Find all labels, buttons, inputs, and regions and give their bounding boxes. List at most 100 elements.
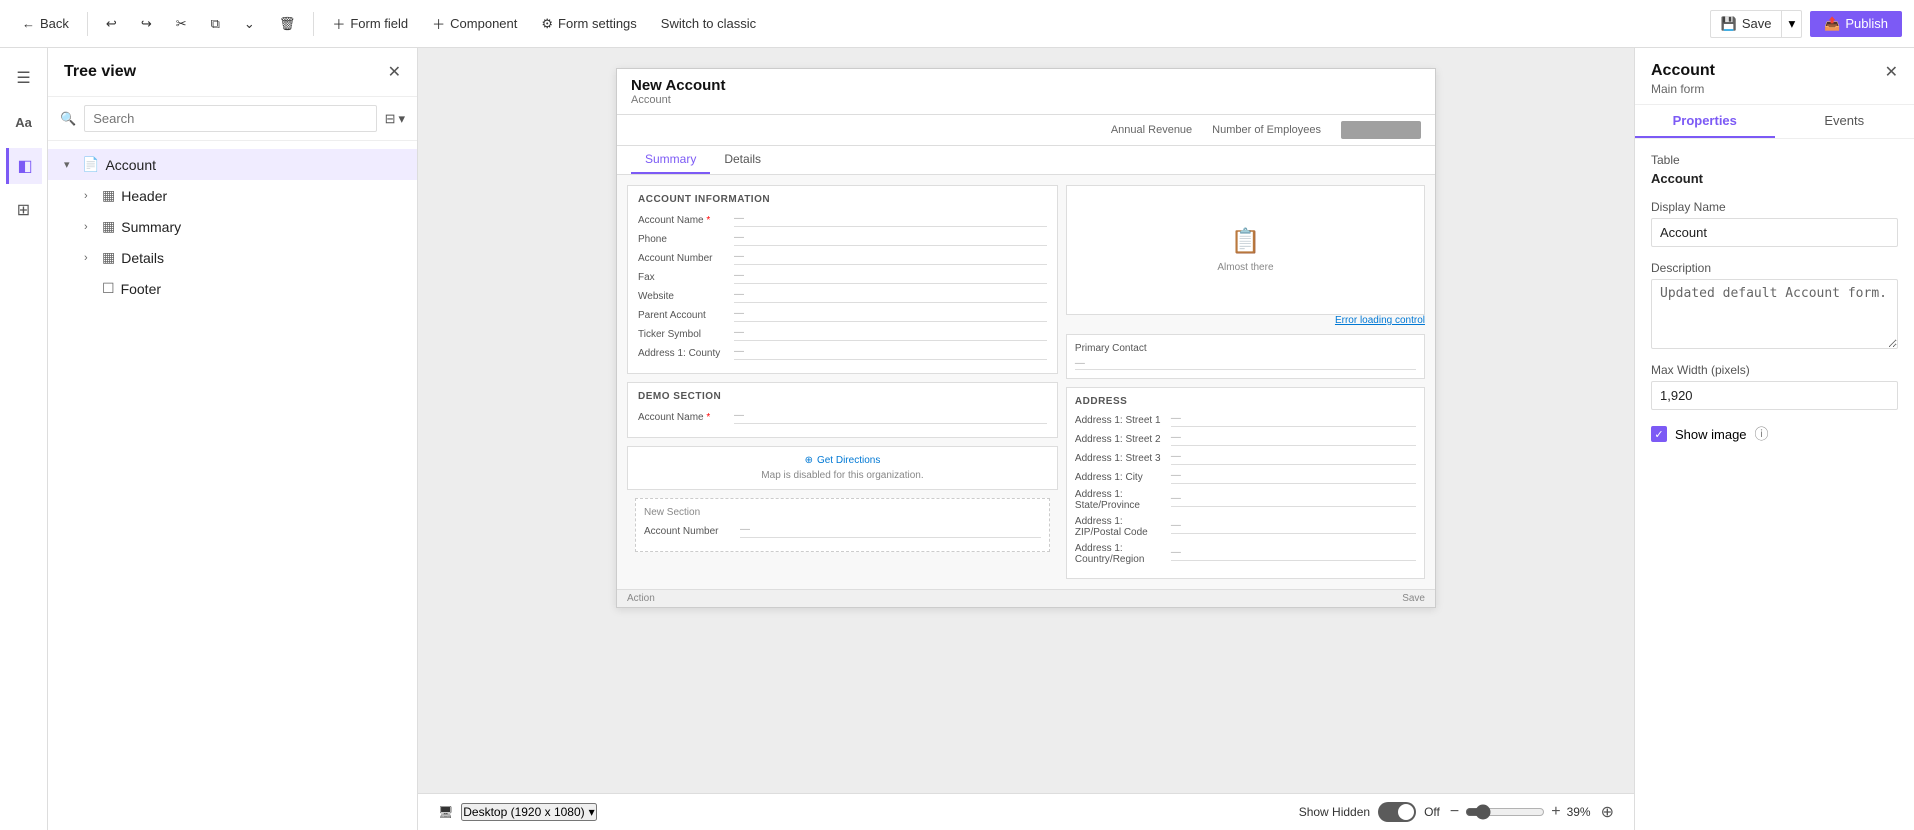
field-row-address-county: Address 1: County — <box>638 346 1047 360</box>
form-field-button[interactable]: ＋ Form field <box>322 9 418 38</box>
get-directions-icon: ⊕ <box>805 455 813 466</box>
field-label-address-county: Address 1: County <box>638 348 728 359</box>
info-icon[interactable]: ⓘ <box>1755 424 1769 444</box>
document-icon: 📄 <box>82 156 99 173</box>
field-row-ticker-symbol: Ticker Symbol — <box>638 327 1047 341</box>
back-icon: ← <box>22 16 35 31</box>
field-value-website: — <box>734 289 1047 303</box>
field-label-fax: Fax <box>638 272 728 283</box>
form-tab-details[interactable]: Details <box>710 146 775 174</box>
tree-item-details[interactable]: › ▦ Details <box>48 242 417 273</box>
field-value-street2: — <box>1171 432 1416 446</box>
tree-item-footer[interactable]: ☐ Footer <box>48 273 417 304</box>
field-value-ticker-symbol: — <box>734 327 1047 341</box>
zoom-in-button[interactable]: + <box>1551 803 1560 821</box>
field-value-parent-account: — <box>734 308 1047 322</box>
apps-icon-btn[interactable]: ⊞ <box>6 192 42 228</box>
form-settings-label: Form settings <box>558 16 637 31</box>
plus-icon-2: ＋ <box>432 14 445 33</box>
primary-contact-box: Primary Contact — <box>1066 334 1425 379</box>
filter-button[interactable]: ⊟ ▾ <box>385 111 405 127</box>
layers-icon: ◧ <box>17 156 32 176</box>
error-loading-link[interactable]: Error loading control <box>1066 315 1425 326</box>
map-section: ⊕ Get Directions Map is disabled for thi… <box>627 446 1058 490</box>
save-dropdown-button[interactable]: ▾ <box>1782 10 1802 38</box>
form-settings-button[interactable]: ⚙ Form settings <box>531 11 646 37</box>
field-value-phone: — <box>734 232 1047 246</box>
layers-icon-btn[interactable]: ◧ <box>6 148 42 184</box>
toggle-track[interactable] <box>1378 802 1416 822</box>
account-info-section: ACCOUNT INFORMATION Account Name — Phone… <box>627 185 1058 374</box>
description-textarea[interactable]: Updated default Account form. <box>1651 279 1898 349</box>
table-field-group: Table Account <box>1651 153 1898 186</box>
field-label-ticker-symbol: Ticker Symbol <box>638 329 728 340</box>
field-value-fax: — <box>734 270 1047 284</box>
tree-item-footer-label: Footer <box>121 281 161 297</box>
field-row-country: Address 1: Country/Region — <box>1075 543 1416 565</box>
field-row-state: Address 1: State/Province — <box>1075 489 1416 511</box>
field-row-zip: Address 1: ZIP/Postal Code — <box>1075 516 1416 538</box>
form-tab-summary[interactable]: Summary <box>631 146 710 174</box>
fullscreen-button[interactable]: ⊕ <box>1601 802 1614 822</box>
copy-button[interactable]: ⧉ <box>201 11 230 37</box>
action-label: Action <box>627 593 655 604</box>
redo-icon: ↪ <box>141 16 152 32</box>
field-label-new-account-number: Account Number <box>644 526 734 537</box>
form-subtitle: Account <box>631 94 1421 106</box>
switch-classic-label: Switch to classic <box>661 16 756 31</box>
chevron-down-icon: ▾ <box>1788 16 1795 32</box>
component-label: Component <box>450 16 517 31</box>
history-button[interactable]: ⌄ <box>234 11 265 37</box>
cut-button[interactable]: ✂ <box>166 11 197 37</box>
tree-item-account[interactable]: ▾ 📄 Account <box>48 149 417 180</box>
description-field-group: Description Updated default Account form… <box>1651 261 1898 349</box>
max-width-label: Max Width (pixels) <box>1651 363 1898 377</box>
get-directions-label[interactable]: Get Directions <box>817 455 880 466</box>
tree-item-header[interactable]: › ▦ Header <box>48 180 417 211</box>
delete-button[interactable]: 🗑 <box>269 11 306 37</box>
field-row-street2: Address 1: Street 2 — <box>1075 432 1416 446</box>
tree-item-summary[interactable]: › ▦ Summary <box>48 211 417 242</box>
action-bar: Action Save <box>617 589 1435 607</box>
show-image-checkbox[interactable]: ✓ <box>1651 426 1667 442</box>
canvas-bottom-left: 🖥 Desktop (1920 x 1080) ▾ <box>438 803 597 821</box>
chevron-right-icon-header: › <box>84 190 96 202</box>
demo-section: Demo Section Account Name — <box>627 382 1058 438</box>
right-tab-events[interactable]: Events <box>1775 105 1914 138</box>
form-field-label: Form field <box>350 16 408 31</box>
checkbox-icon-footer: ☐ <box>102 280 115 297</box>
back-button[interactable]: ← Back <box>12 11 79 36</box>
switch-classic-button[interactable]: Switch to classic <box>651 11 766 36</box>
component-button[interactable]: ＋ Component <box>422 9 527 38</box>
search-input[interactable] <box>84 105 376 132</box>
search-icon: 🔍 <box>60 111 76 127</box>
right-panel-title-area: Account Main form <box>1651 62 1715 96</box>
save-label: Save <box>1742 16 1772 31</box>
field-label-city: Address 1: City <box>1075 472 1165 483</box>
save-button[interactable]: 💾 Save <box>1710 10 1783 38</box>
display-name-input[interactable] <box>1651 218 1898 247</box>
right-tab-properties[interactable]: Properties <box>1635 105 1775 138</box>
grid-icon-summary: ▦ <box>102 218 115 235</box>
show-image-label: Show image <box>1675 427 1747 442</box>
zoom-slider[interactable] <box>1465 804 1545 820</box>
field-label-website: Website <box>638 291 728 302</box>
primary-contact-value: — <box>1075 358 1416 370</box>
desktop-selector[interactable]: Desktop (1920 x 1080) ▾ <box>461 803 596 821</box>
menu-icon-btn[interactable]: ☰ <box>6 60 42 96</box>
field-label-zip: Address 1: ZIP/Postal Code <box>1075 516 1165 538</box>
undo-button[interactable]: ↩ <box>96 11 127 37</box>
sidebar-close-button[interactable]: ✕ <box>388 62 401 82</box>
max-width-input[interactable] <box>1651 381 1898 410</box>
publish-button[interactable]: 📤 Publish <box>1810 11 1902 37</box>
zoom-out-button[interactable]: − <box>1450 803 1459 821</box>
right-panel-title: Account <box>1651 62 1715 80</box>
publish-label: Publish <box>1845 16 1888 31</box>
text-icon-btn[interactable]: Aa <box>6 104 42 140</box>
apps-icon: ⊞ <box>17 200 30 220</box>
right-panel-close-button[interactable]: ✕ <box>1885 62 1898 82</box>
primary-contact-label: Primary Contact <box>1075 343 1416 354</box>
settings-icon: ⚙ <box>541 16 553 32</box>
sidebar: Tree view ✕ 🔍 ⊟ ▾ ▾ 📄 Account › ▦ Header <box>48 48 418 830</box>
redo-button[interactable]: ↪ <box>131 11 162 37</box>
